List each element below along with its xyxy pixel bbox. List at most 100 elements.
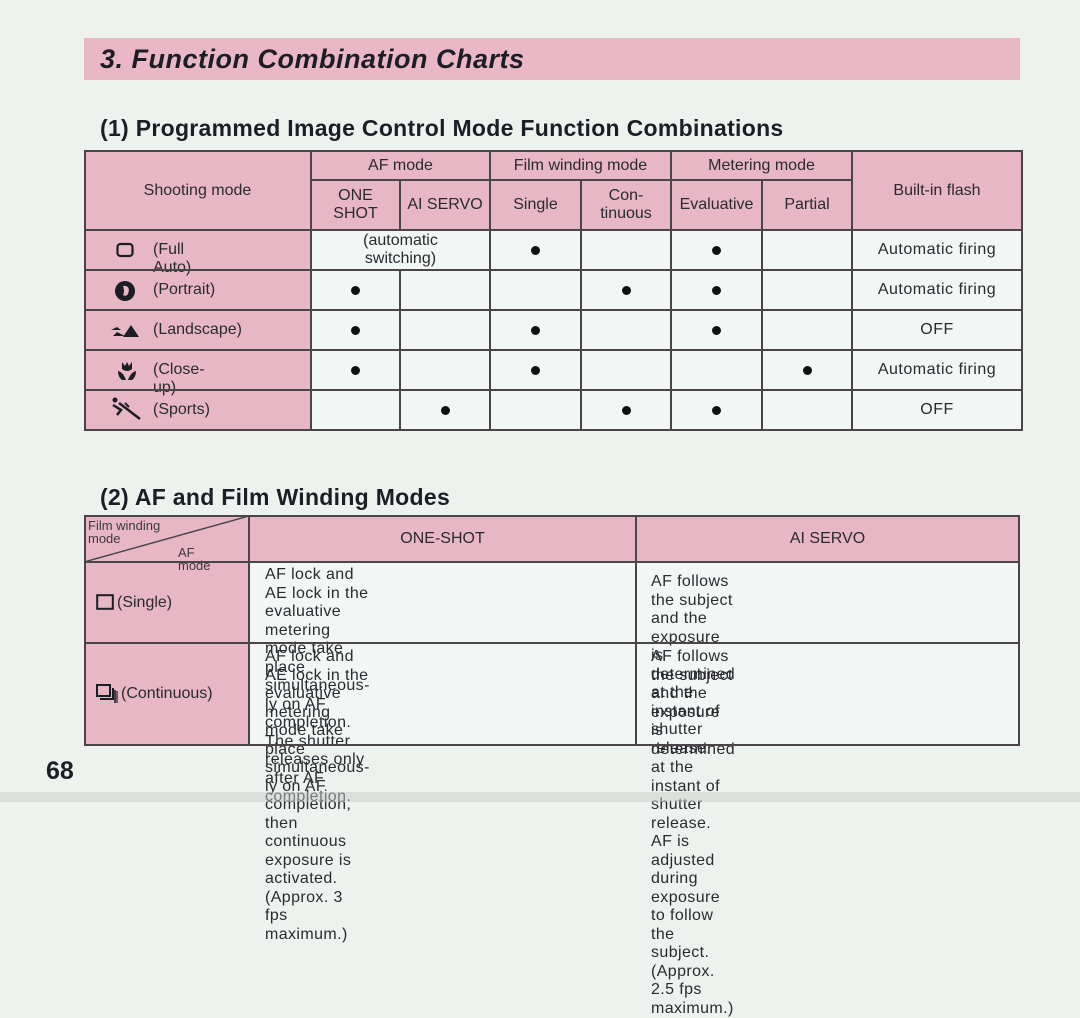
bullet-icon (531, 326, 540, 335)
check-ai-servo (400, 390, 490, 430)
rule (84, 389, 1023, 391)
description-line: maximum.) (651, 1000, 735, 1018)
landscape-icon (111, 322, 139, 343)
sports-icon (111, 397, 141, 426)
portrait-icon (114, 280, 136, 307)
header-partial-label: Partial (784, 196, 829, 214)
description-line: AF follows the subject and the exposure (651, 573, 735, 647)
rule (489, 150, 491, 431)
rule (84, 150, 86, 431)
header-one-shot: ONE-SHOT (249, 516, 636, 562)
header-built-in-flash: Built-in flash (852, 151, 1022, 230)
check-single (490, 230, 581, 270)
description-line: AF lock and AE lock in the evaluative (265, 566, 370, 622)
rule (851, 150, 853, 431)
bullet-icon (351, 326, 360, 335)
rule (84, 515, 86, 746)
bullet-icon (531, 246, 540, 255)
header-ai-servo-label: AI SERVO (407, 196, 482, 214)
bullet-icon (351, 286, 360, 295)
bullet-icon (531, 366, 540, 375)
rule (399, 269, 401, 431)
header-ai-servo-label: AI SERVO (790, 530, 865, 548)
header-continuous-label: Con-tinuous (600, 187, 652, 223)
rule (84, 309, 1023, 311)
header-one-shot-label: ONESHOT (333, 187, 377, 223)
section2-heading: (2) AF and Film Winding Modes (100, 484, 450, 511)
header-film-winding-label: Film winding mode (514, 157, 647, 175)
ai-servo-description: AF follows the subject and the exposurei… (651, 648, 735, 1018)
bullet-icon (712, 246, 721, 255)
rule (84, 269, 1023, 271)
shooting-mode-label: (Full Auto) (153, 241, 191, 277)
page-title: 3. Function Combination Charts (100, 44, 525, 75)
rule (84, 150, 1023, 152)
page-number: 68 (46, 757, 74, 786)
header-built-in-flash-label: Built-in flash (893, 182, 980, 200)
single-frame-icon (96, 594, 114, 610)
bullet-icon (712, 286, 721, 295)
description-line: maximum.) (265, 926, 370, 945)
check-continuous (581, 390, 671, 430)
rule (635, 515, 637, 746)
rule (580, 179, 582, 431)
header-evaluative: Evaluative (671, 180, 762, 230)
header-ai-servo: AI SERVO (636, 516, 1019, 562)
bullet-icon (712, 326, 721, 335)
rule (670, 150, 672, 431)
check-one-shot (311, 310, 400, 350)
built-in-flash-value: OFF (852, 390, 1022, 430)
header-continuous: Con-tinuous (581, 180, 671, 230)
header-partial: Partial (762, 180, 852, 230)
check-one-shot (311, 270, 400, 310)
description-line: exposure is activated. (Approx. 3 fps (265, 852, 370, 926)
rule (399, 179, 401, 230)
built-in-flash-value: Automatic firing (852, 230, 1022, 270)
af-automatic-switching-note: (automaticswitching) (311, 230, 490, 270)
header-metering-label: Metering mode (708, 157, 815, 175)
bullet-icon (622, 286, 631, 295)
check-evaluative (671, 270, 762, 310)
rule (310, 150, 312, 431)
description-line: to follow the subject. (Approx. 2.5 fps (651, 907, 735, 1000)
header-one-shot: ONESHOT (311, 180, 400, 230)
check-continuous (581, 270, 671, 310)
rule (761, 179, 763, 431)
header-metering-mode: Metering mode (671, 151, 852, 180)
description-line: AF lock and AE lock in the evaluative (265, 648, 370, 704)
built-in-flash-value: OFF (852, 310, 1022, 350)
description-line: metering mode take place simultaneous- (265, 704, 370, 778)
description-line: release. AF is adjusted during exposure (651, 815, 735, 908)
corner-row-label: Film winding mode (88, 519, 188, 545)
bullet-icon (441, 406, 450, 415)
header-film-winding-mode: Film winding mode (490, 151, 671, 180)
rule (1021, 150, 1023, 431)
header-single-label: Single (513, 196, 557, 214)
header-evaluative-label: Evaluative (680, 196, 754, 214)
check-evaluative (671, 310, 762, 350)
corner-col-label: AF mode (178, 546, 211, 572)
header-shooting-mode-label: Shooting mode (144, 182, 252, 200)
full-auto-icon (116, 242, 134, 263)
built-in-flash-value: Automatic firing (852, 350, 1022, 390)
check-evaluative (671, 230, 762, 270)
header-af-mode: AF mode (311, 151, 490, 180)
rule (84, 642, 1020, 644)
description-line: ly on AF completion, then continuous (265, 778, 370, 852)
check-one-shot (311, 350, 400, 390)
rule (1018, 515, 1020, 746)
shooting-mode-label: (Close-up) (153, 361, 205, 397)
built-in-flash-value: Automatic firing (852, 270, 1022, 310)
header-one-shot-label: ONE-SHOT (400, 530, 484, 548)
header-shooting-mode: Shooting mode (84, 151, 311, 230)
description-line: AF follows the subject and the exposure (651, 648, 735, 722)
shooting-mode-label: (Portrait) (153, 281, 215, 299)
rule (84, 349, 1023, 351)
rule (84, 744, 1020, 746)
bullet-icon (712, 406, 721, 415)
header-af-mode-label: AF mode (368, 157, 433, 175)
continuous-frame-icon (96, 684, 118, 704)
rule (248, 515, 250, 746)
header-single: Single (490, 180, 581, 230)
rule (84, 429, 1023, 431)
